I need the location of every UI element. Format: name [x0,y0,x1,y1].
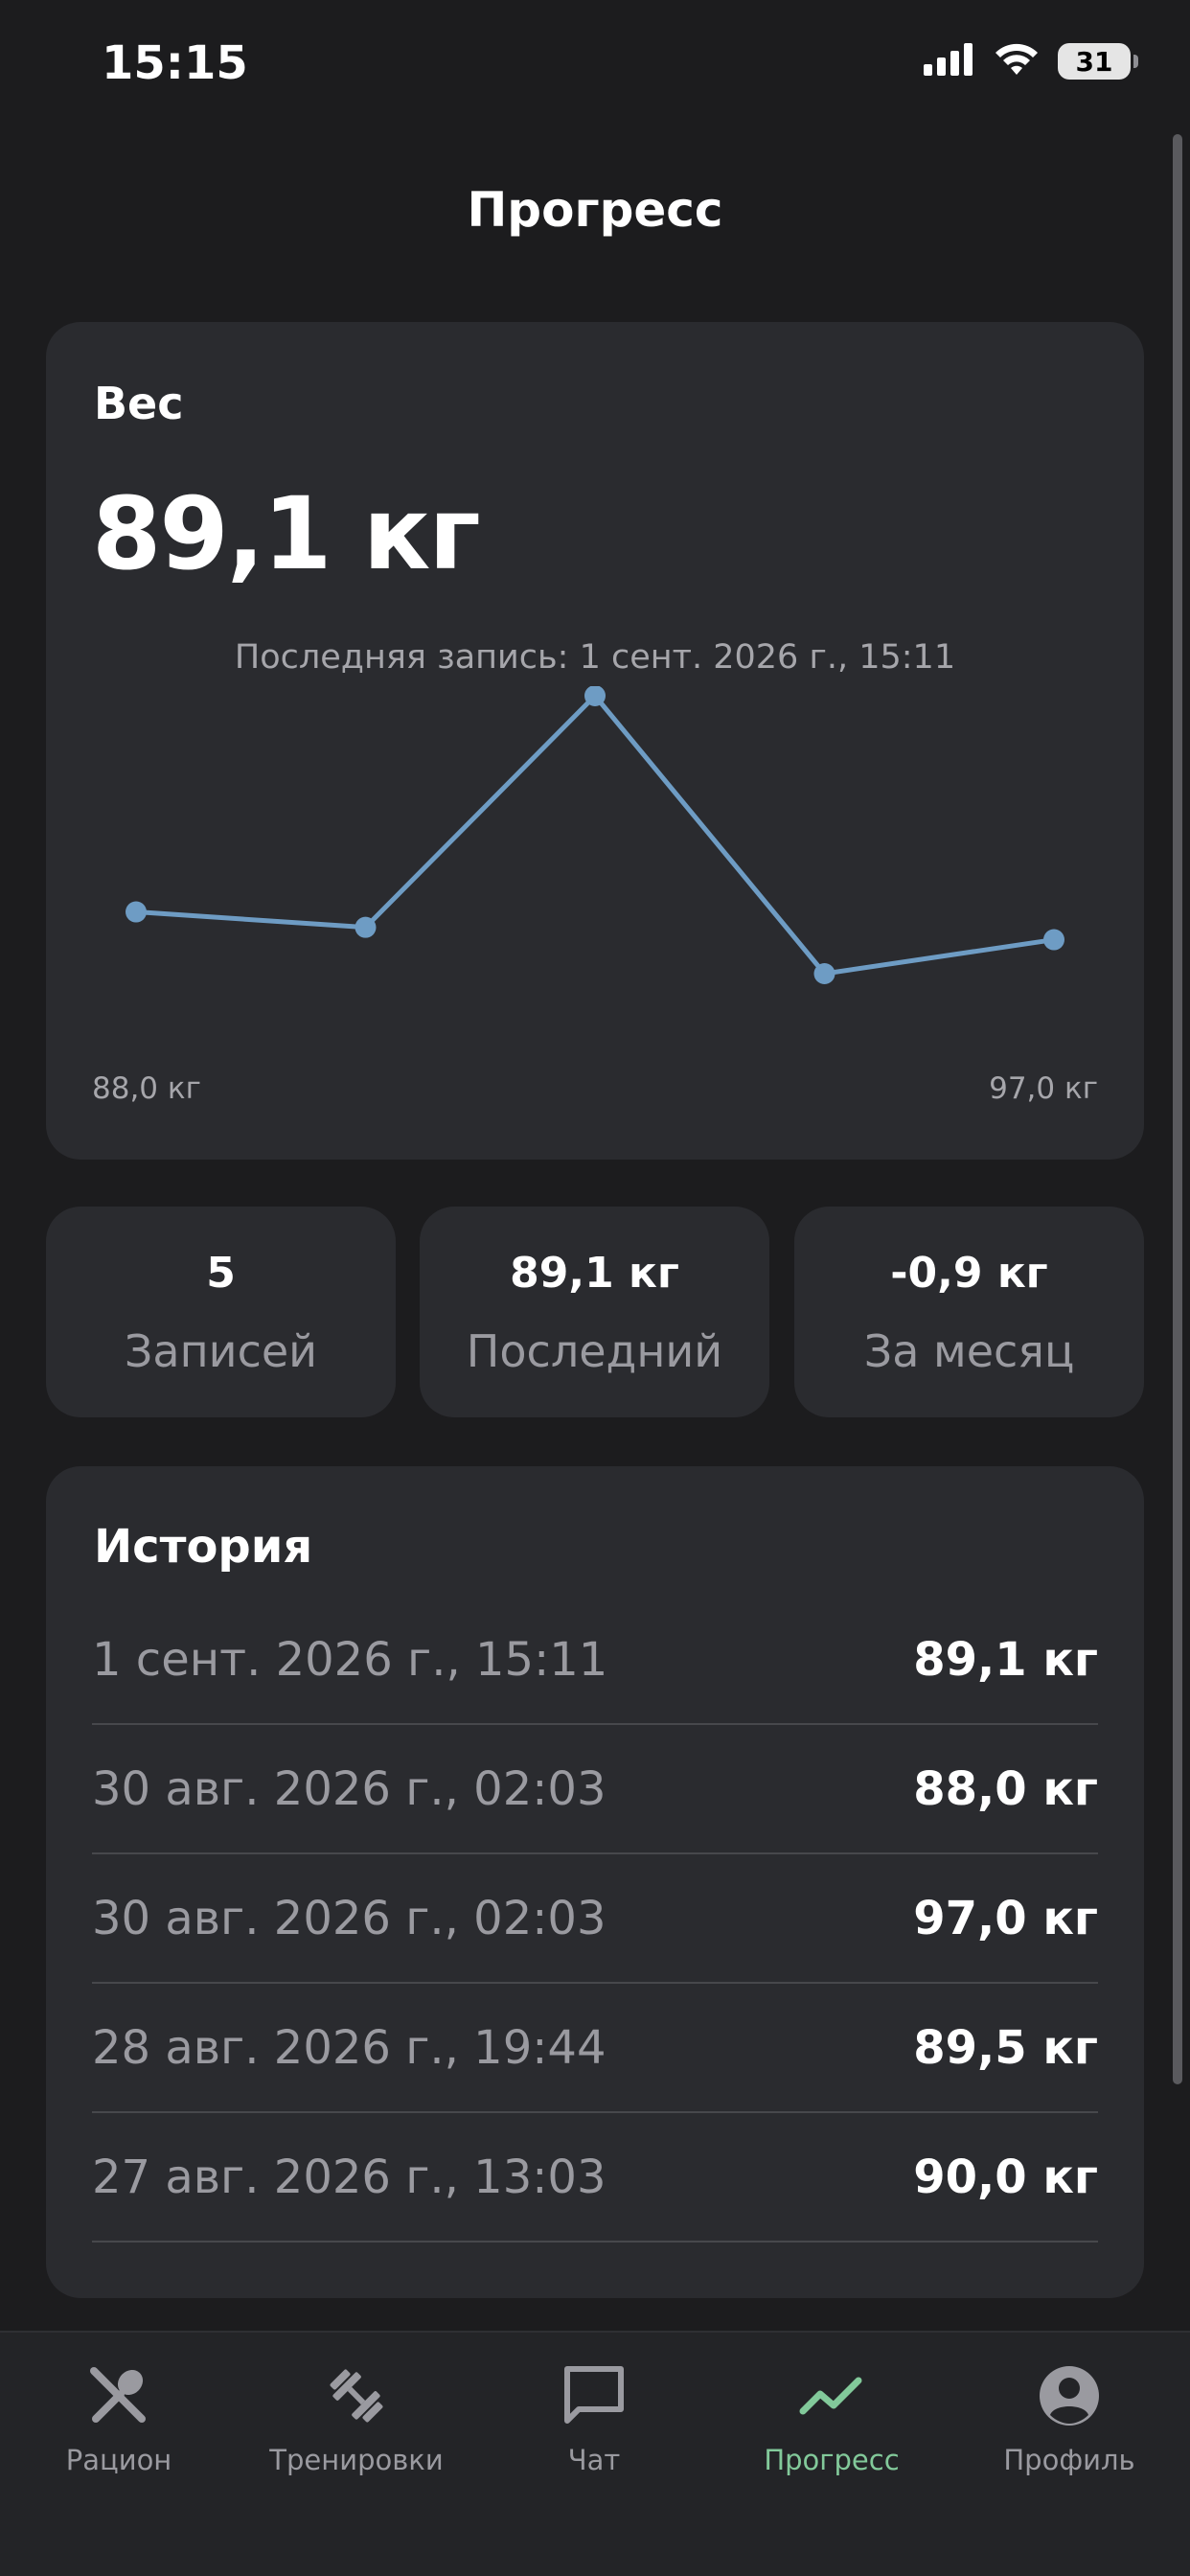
history-weight: 97,0 кг [913,1891,1098,1945]
weight-data-point [126,901,147,923]
fork-knife-icon [0,2358,238,2434]
status-bar: 15:15 31 [0,0,1190,134]
trend-icon [713,2358,950,2434]
weight-label: Вес [94,378,184,429]
tab-ration[interactable]: Рацион [0,2358,238,2476]
weight-data-point [355,916,377,938]
history-row[interactable]: 30 авг. 2026 г., 02:03 97,0 кг [92,1854,1098,1984]
history-date: 30 авг. 2026 г., 02:03 [92,1761,606,1816]
tab-label: Профиль [1003,2444,1135,2476]
tab-chat[interactable]: Чат [475,2358,713,2476]
stat-label: Записей [124,1325,318,1377]
history-weight: 90,0 кг [913,2150,1098,2204]
tab-workouts[interactable]: Тренировки [238,2358,475,2476]
stat-value: -0,9 кг [890,1249,1048,1298]
stat-value: 5 [206,1249,236,1298]
current-weight: 89,1 кг [92,475,481,592]
history-row[interactable]: 30 авг. 2026 г., 02:03 88,0 кг [92,1725,1098,1854]
stat-card-entries: 5 Записей [46,1207,396,1417]
tab-label: Тренировки [269,2444,444,2476]
chart-min-label: 88,0 кг [92,1071,201,1106]
tab-label: Рацион [65,2444,172,2476]
history-list: 1 сент. 2026 г., 15:11 89,1 кг 30 авг. 2… [92,1596,1098,2242]
status-time: 15:15 [102,36,248,90]
battery-icon: 31 [1058,43,1138,80]
tab-label: Чат [567,2444,621,2476]
history-title: История [94,1520,313,1574]
stat-card-last: 89,1 кг Последний [420,1207,769,1417]
tab-progress[interactable]: Прогресс [713,2358,950,2476]
history-weight: 89,5 кг [913,2020,1098,2075]
profile-icon [950,2358,1188,2434]
history-date: 1 сент. 2026 г., 15:11 [92,1632,608,1687]
cellular-signal-icon [924,43,975,80]
chat-bubble-icon [475,2358,713,2434]
history-row[interactable]: 28 авг. 2026 г., 19:44 89,5 кг [92,1984,1098,2113]
weight-series-line [135,693,1055,977]
history-date: 30 авг. 2026 г., 02:03 [92,1891,606,1945]
history-weight: 88,0 кг [913,1761,1098,1816]
tab-bar: Рацион Тренировки Чат Прогресс Профиль [0,2331,1190,2576]
chart-max-label: 97,0 кг [989,1071,1098,1106]
weight-data-point [584,686,606,706]
page-title: Прогресс [467,182,723,238]
dumbbell-icon [238,2358,475,2434]
history-card: История 1 сент. 2026 г., 15:11 89,1 кг 3… [46,1466,1144,2298]
tab-label: Прогресс [764,2444,900,2476]
weight-chart [126,686,1064,984]
stat-label: Последний [466,1325,723,1377]
stat-label: За месяц [863,1325,1075,1377]
history-row[interactable]: 27 авг. 2026 г., 13:03 90,0 кг [92,2113,1098,2242]
stat-card-month: -0,9 кг За месяц [794,1207,1144,1417]
weight-data-point [813,963,835,984]
status-icons: 31 [924,42,1138,80]
tab-profile[interactable]: Профиль [950,2358,1188,2476]
weight-data-point [1043,929,1064,951]
last-entry-text: Последняя запись: 1 сент. 2026 г., 15:11 [234,638,956,677]
weight-card: Вес 89,1 кг Последняя запись: 1 сент. 20… [46,322,1144,1160]
battery-level: 31 [1075,45,1113,78]
scrollbar[interactable] [1173,134,1182,2084]
history-weight: 89,1 кг [913,1632,1098,1687]
stat-value: 89,1 кг [510,1249,679,1298]
wifi-icon [993,42,1041,80]
history-row[interactable]: 1 сент. 2026 г., 15:11 89,1 кг [92,1596,1098,1725]
history-date: 27 авг. 2026 г., 13:03 [92,2150,606,2204]
history-date: 28 авг. 2026 г., 19:44 [92,2020,606,2075]
